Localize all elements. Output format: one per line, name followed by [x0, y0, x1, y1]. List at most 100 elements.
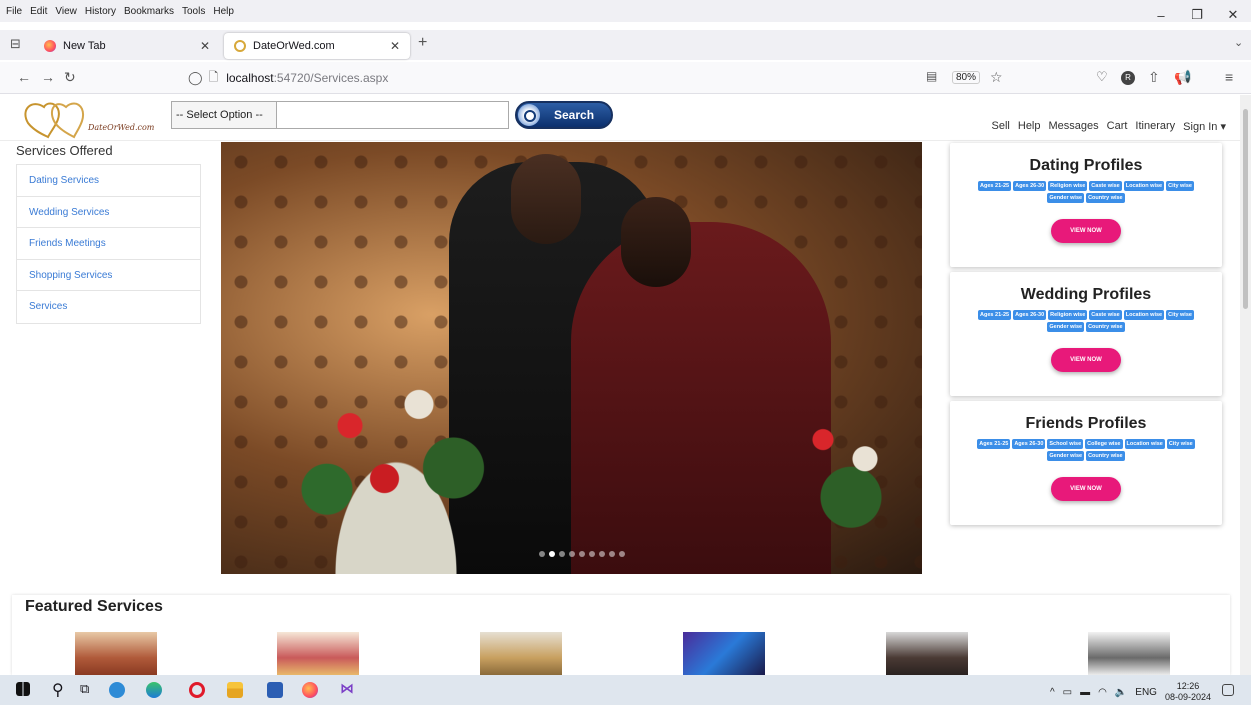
link-sign-in[interactable]: Sign In ▾ — [1183, 120, 1226, 133]
menu-bookmarks[interactable]: Bookmarks — [120, 6, 178, 17]
account-icon[interactable]: R — [1121, 71, 1135, 85]
tab-new-tab[interactable]: New Tab ✕ — [34, 33, 220, 59]
tag[interactable]: Ages 26-30 — [1013, 310, 1047, 320]
opera-icon[interactable] — [189, 682, 205, 698]
reload-icon[interactable]: ↻ — [64, 69, 76, 86]
edge-icon[interactable] — [146, 682, 162, 698]
carousel-dot[interactable] — [539, 551, 545, 557]
list-all-tabs-icon[interactable]: ⌄ — [1234, 36, 1243, 49]
service-dating[interactable]: Dating Services — [17, 165, 200, 197]
carousel-dot[interactable] — [609, 551, 615, 557]
pocket-icon[interactable]: ♡ — [1096, 69, 1108, 85]
carousel-dot[interactable] — [569, 551, 575, 557]
couple-thumb[interactable] — [1088, 632, 1170, 675]
wedding-decor-thumb[interactable] — [277, 632, 359, 675]
service-shopping[interactable]: Shopping Services — [17, 260, 200, 292]
tray-clock[interactable]: 12:26 08-09-2024 — [1165, 681, 1211, 703]
hero-carousel[interactable] — [221, 142, 922, 574]
tag[interactable]: Gender wise — [1047, 322, 1085, 332]
restore-icon[interactable]: ❐ — [1179, 0, 1215, 30]
word-icon[interactable] — [267, 682, 283, 698]
tag[interactable]: Gender wise — [1047, 193, 1085, 203]
tab-dateorwed[interactable]: DateOrWed.com ✕ — [224, 33, 410, 59]
service-other[interactable]: Services — [17, 291, 200, 323]
forward-icon[interactable]: → — [41, 69, 55, 85]
menu-edit[interactable]: Edit — [26, 6, 51, 17]
notification-center-icon[interactable] — [1222, 684, 1234, 696]
task-view-icon[interactable]: ⧉ — [80, 681, 96, 697]
tag[interactable]: Gender wise — [1047, 451, 1085, 461]
scroll-thumb[interactable] — [1243, 109, 1248, 309]
close-window-icon[interactable]: ✕ — [1215, 0, 1251, 30]
reader-view-icon[interactable]: ▤ — [926, 69, 937, 83]
close-tab-icon[interactable]: ✕ — [200, 39, 210, 53]
menu-help[interactable]: Help — [209, 6, 238, 17]
tag[interactable]: City wise — [1166, 439, 1195, 449]
palace-thumb[interactable] — [75, 632, 157, 675]
tag[interactable]: Ages 26-30 — [1013, 181, 1047, 191]
tag[interactable]: Country wise — [1086, 322, 1125, 332]
tag[interactable]: Religion wise — [1048, 181, 1088, 191]
hamburger-menu-icon[interactable]: ≡ — [1225, 69, 1233, 85]
file-explorer-icon[interactable] — [227, 682, 243, 698]
notification-icon[interactable]: 📢 — [1174, 69, 1191, 86]
party-thumb[interactable] — [683, 632, 765, 675]
menu-tools[interactable]: Tools — [178, 6, 209, 17]
tag[interactable]: Country wise — [1086, 451, 1125, 461]
view-now-button[interactable]: VIEW NOW — [1051, 348, 1121, 372]
food-thumb[interactable] — [480, 632, 562, 675]
search-icon[interactable]: ⚲ — [52, 680, 68, 699]
menu-view[interactable]: View — [51, 6, 81, 17]
app-k-icon[interactable] — [109, 682, 125, 698]
tag[interactable]: Ages 21-25 — [978, 310, 1012, 320]
carousel-dot[interactable] — [619, 551, 625, 557]
close-tab-icon[interactable]: ✕ — [390, 39, 400, 53]
url-bar[interactable]: ◯ 🗋 localhost:54720/Services.aspx — [188, 66, 988, 90]
service-friends[interactable]: Friends Meetings — [17, 228, 200, 260]
back-icon[interactable]: ← — [17, 69, 31, 85]
tag[interactable]: City wise — [1166, 310, 1194, 320]
tag[interactable]: Ages 21-25 — [977, 439, 1011, 449]
tag[interactable]: Caste wise — [1089, 181, 1122, 191]
extensions-icon[interactable]: ⇧ — [1148, 69, 1160, 86]
view-now-button[interactable]: VIEW NOW — [1051, 477, 1121, 501]
carousel-dot[interactable] — [559, 551, 565, 557]
tag[interactable]: School wise — [1047, 439, 1084, 449]
link-itinerary[interactable]: Itinerary — [1135, 120, 1175, 133]
tag[interactable]: College wise — [1085, 439, 1123, 449]
carousel-dot[interactable] — [549, 551, 555, 557]
link-sell[interactable]: Sell — [992, 120, 1010, 133]
tag[interactable]: Ages 26-30 — [1012, 439, 1046, 449]
tray-display-icon[interactable]: ▭ — [1063, 687, 1072, 698]
minimize-icon[interactable]: – — [1143, 0, 1179, 30]
carousel-dot[interactable] — [589, 551, 595, 557]
zoom-level[interactable]: 80% — [952, 71, 981, 84]
tag[interactable]: Location wise — [1123, 181, 1165, 191]
tab-list-icon[interactable]: ⊟ — [10, 36, 21, 52]
menu-file[interactable]: File — [0, 6, 26, 17]
page-scrollbar[interactable] — [1240, 95, 1251, 675]
tag[interactable]: Caste wise — [1089, 310, 1122, 320]
link-cart[interactable]: Cart — [1107, 120, 1128, 133]
tag[interactable]: Ages 21-25 — [978, 181, 1012, 191]
tag[interactable]: Religion wise — [1048, 310, 1088, 320]
firefox-icon[interactable] — [302, 682, 318, 698]
tracking-shield-icon[interactable]: ◯ — [188, 70, 203, 86]
visual-studio-icon[interactable]: ⋈ — [340, 680, 356, 696]
tag[interactable]: Country wise — [1086, 193, 1125, 203]
bookmark-star-icon[interactable]: ☆ — [990, 69, 1003, 86]
link-help[interactable]: Help — [1018, 120, 1041, 133]
carousel-dot[interactable] — [579, 551, 585, 557]
tray-wifi-icon[interactable]: ◠ — [1098, 687, 1107, 698]
link-messages[interactable]: Messages — [1049, 120, 1099, 133]
search-input[interactable] — [276, 101, 509, 129]
carousel-dot[interactable] — [599, 551, 605, 557]
new-tab-icon[interactable]: + — [418, 34, 427, 52]
windows-start-icon[interactable] — [16, 682, 30, 696]
tray-language[interactable]: ENG — [1135, 687, 1157, 698]
tag[interactable]: Location wise — [1124, 439, 1165, 449]
tray-battery-icon[interactable]: ▬ — [1080, 687, 1090, 698]
category-select[interactable]: -- Select Option -- — [171, 101, 277, 129]
tag[interactable]: Location wise — [1123, 310, 1165, 320]
photographer-thumb[interactable] — [886, 632, 968, 675]
